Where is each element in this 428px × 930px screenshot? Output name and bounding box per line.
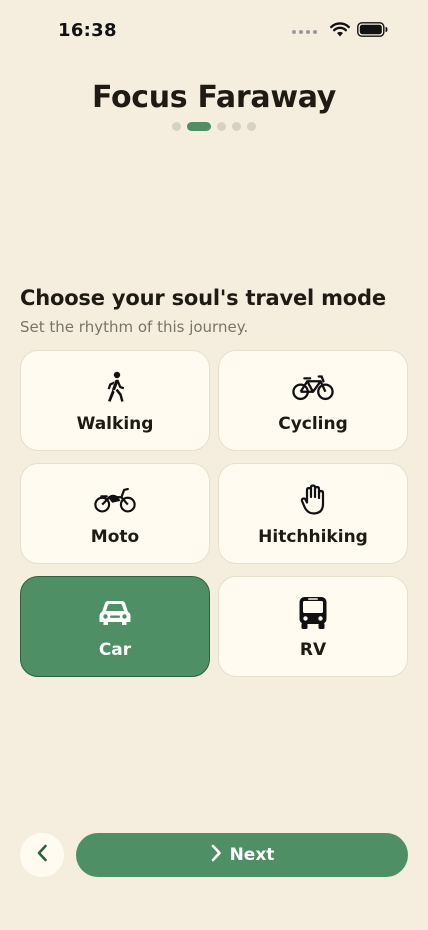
mode-card-car[interactable]: Car (20, 576, 210, 677)
step-indicator (0, 122, 428, 131)
wifi-icon (330, 22, 350, 42)
section-subheading: Set the rhythm of this journey. (20, 318, 249, 336)
motorcycle-icon (94, 481, 136, 519)
status-bar: 16:38 (0, 0, 428, 60)
step-dot (217, 122, 226, 131)
car-icon (94, 594, 136, 632)
hand-icon (292, 481, 334, 519)
mode-card-rv[interactable]: RV (218, 576, 408, 677)
section-heading: Choose your soul's travel mode (20, 286, 386, 310)
next-button-label: Next (229, 845, 275, 865)
step-dot (232, 122, 241, 131)
mode-label: Moto (90, 526, 140, 547)
mode-card-moto[interactable]: Moto (20, 463, 210, 564)
app-title: Focus Faraway (91, 80, 337, 115)
mode-label: RV (299, 639, 327, 660)
step-dot (172, 122, 181, 131)
status-icons (292, 22, 388, 42)
mode-label: Walking (76, 413, 154, 434)
mode-card-walking[interactable]: Walking (20, 350, 210, 451)
mode-label: Car (98, 639, 132, 660)
mode-card-hitchhiking[interactable]: Hitchhiking (218, 463, 408, 564)
battery-icon (357, 22, 388, 42)
mode-label: Cycling (278, 413, 348, 434)
back-button[interactable] (20, 833, 64, 877)
chevron-right-icon (210, 844, 222, 867)
mode-card-cycling[interactable]: Cycling (218, 350, 408, 451)
mode-label: Hitchhiking (258, 526, 368, 547)
chevron-left-icon (36, 844, 48, 867)
bus-icon (292, 594, 334, 632)
status-time: 16:38 (58, 20, 117, 41)
bicycle-icon (292, 368, 334, 406)
step-dot (247, 122, 256, 131)
walking-icon (94, 368, 136, 406)
travel-mode-grid: Walking Cycling Moto Hitchhiking Car RV (20, 350, 408, 677)
step-dot-active (187, 122, 211, 131)
signal-dots-icon (292, 30, 317, 34)
next-button[interactable]: Next (76, 833, 408, 877)
